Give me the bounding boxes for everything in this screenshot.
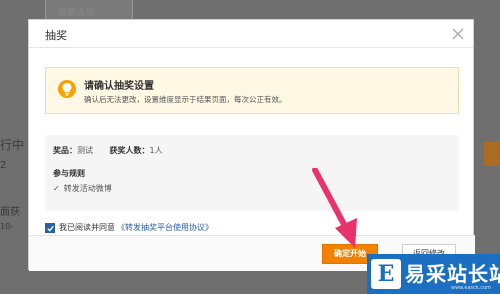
close-icon[interactable] xyxy=(449,25,467,43)
agreement-link[interactable]: 《转发抽奖平台使用协议》 xyxy=(117,222,213,233)
checkmark-icon: ✓ xyxy=(53,184,60,193)
background-text-fragment: 2 xyxy=(0,160,7,171)
winners-value: 1人 xyxy=(149,146,163,155)
notice-title: 请确认抽奖设置 xyxy=(84,81,154,92)
lightbulb-icon xyxy=(58,80,76,98)
pointer-arrow xyxy=(312,168,357,248)
prize-row: 奖品：测试 获奖人数：1人 xyxy=(53,145,177,156)
lottery-dialog: 抽奖 请确认抽奖设置 确认后无法更改，设置维度显示于结果页面，每次公正有效。 奖… xyxy=(28,19,475,271)
rules-item: ✓ 转发活动微博 xyxy=(53,183,112,194)
agreement-checkbox[interactable] xyxy=(45,222,55,233)
dialog-title: 抽奖 xyxy=(45,29,67,42)
prize-label: 奖品： xyxy=(53,146,77,155)
lottery-summary: 奖品：测试 获奖人数：1人 参与规则 ✓ 转发活动微博 xyxy=(45,135,459,211)
agreement-row: 我已阅读并同意 《转发抽奖平台使用协议》 xyxy=(45,222,213,233)
watermark-logo-icon: E xyxy=(371,259,401,289)
background-text-fragment: 行中 xyxy=(0,138,25,152)
winners-label: 获奖人数： xyxy=(109,146,150,155)
agreement-text: 我已阅读并同意 xyxy=(59,223,115,232)
background-text-fragment: 面获 xyxy=(0,207,20,218)
rules-label: 参与规则 xyxy=(53,169,85,178)
prize-value: 测试 xyxy=(77,146,93,155)
background-text-fragment: 10- xyxy=(0,222,14,231)
background-orange-button xyxy=(484,142,500,166)
dialog-header: 抽奖 xyxy=(29,20,473,48)
site-watermark: E 易采站长站 www.easck.com xyxy=(367,254,500,294)
confirm-notice: 请确认抽奖设置 确认后无法更改，设置维度显示于结果页面，每次公正有效。 xyxy=(45,67,459,114)
watermark-text: 易采站长站 xyxy=(405,262,500,286)
notice-description: 确认后无法更改，设置维度显示于结果页面，每次公正有效。 xyxy=(84,95,287,104)
rules-item-label: 转发活动微博 xyxy=(63,184,112,193)
watermark-url: www.easck.com xyxy=(451,285,492,291)
